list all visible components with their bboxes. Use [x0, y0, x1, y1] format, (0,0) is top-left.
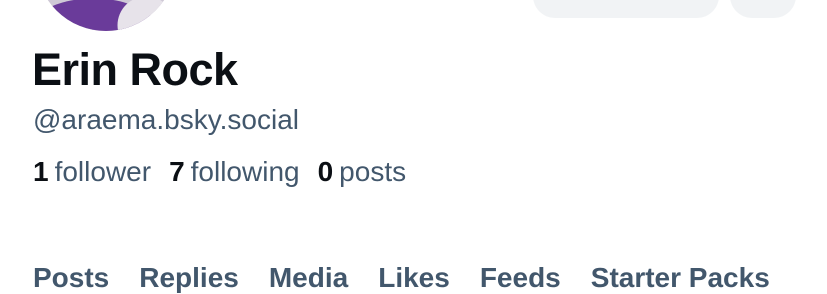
following-link[interactable]: 7 following — [169, 155, 300, 189]
tab-replies[interactable]: Replies — [139, 262, 239, 294]
posts-label: posts — [339, 156, 407, 187]
posts-count-item: 0 posts — [318, 155, 407, 189]
tab-likes[interactable]: Likes — [378, 262, 450, 294]
profile-stats: 1 follower 7 following 0 posts — [33, 155, 424, 189]
tab-media[interactable]: Media — [269, 262, 348, 294]
follow-button[interactable] — [533, 0, 719, 18]
posts-count: 0 — [317, 156, 334, 187]
more-options-button[interactable] — [730, 0, 796, 18]
followers-count: 1 — [33, 156, 49, 187]
profile-tabs: Posts Replies Media Likes Feeds Starter … — [33, 262, 770, 294]
following-label: following — [190, 156, 300, 187]
tab-feeds[interactable]: Feeds — [480, 262, 561, 294]
tab-starter-packs[interactable]: Starter Packs — [591, 262, 770, 294]
followers-link[interactable]: 1 follower — [33, 155, 151, 189]
followers-label: follower — [54, 156, 152, 187]
avatar-image — [36, 0, 176, 31]
user-handle: @araema.bsky.social — [33, 104, 299, 135]
avatar[interactable] — [33, 0, 179, 34]
display-name: Erin Rock — [32, 44, 238, 95]
tab-posts[interactable]: Posts — [33, 262, 109, 294]
following-count: 7 — [169, 156, 185, 187]
